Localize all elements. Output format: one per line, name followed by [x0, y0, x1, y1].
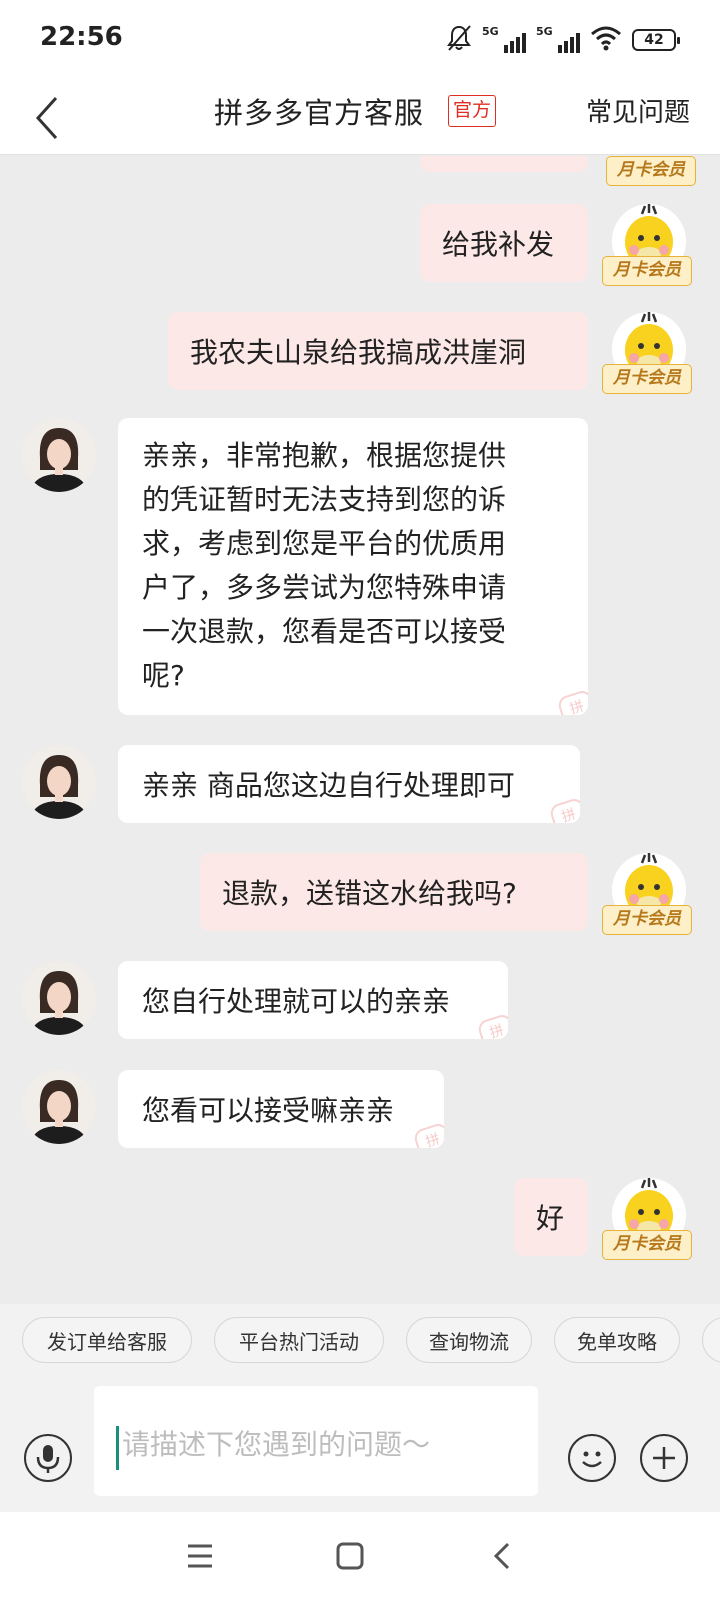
message-bubble-agent: 您看可以接受嘛亲亲 拼	[118, 1070, 444, 1148]
message-line: 求，考虑到您是平台的优质用	[142, 527, 507, 560]
message-bubble-agent: 您自行处理就可以的亲亲 拼	[118, 961, 508, 1039]
input-bar	[0, 1376, 720, 1512]
official-badge: 官方	[448, 95, 497, 127]
emoji-icon[interactable]	[568, 1434, 616, 1482]
status-icons: 5G 5G 42	[446, 22, 680, 58]
chat-messages[interactable]: 月卡会员 给我补发 月卡会员 我农夫山泉给我搞成洪崖洞 月卡会员 亲亲，非常抱歉…	[0, 156, 720, 1304]
back-chevron-icon[interactable]	[30, 88, 70, 144]
member-badge: 月卡会员	[602, 256, 692, 286]
quick-reply-free-order-guide[interactable]: 免单攻略	[554, 1317, 680, 1363]
agent-avatar[interactable]	[22, 745, 96, 819]
message-line: 呢?	[142, 659, 185, 692]
message-text: 您自行处理就可以的亲亲	[142, 985, 451, 1018]
status-bar: 22:56 5G 5G 42	[0, 0, 720, 80]
faq-link[interactable]: 常见问题	[586, 92, 690, 129]
message-text: 我农夫山泉给我搞成洪崖洞	[190, 336, 527, 369]
message-bubble-user: 好	[514, 1178, 588, 1256]
message-bubble-partial	[420, 156, 588, 172]
text-cursor	[116, 1426, 119, 1470]
message-bubble-user: 退款，送错这水给我吗?	[200, 853, 588, 931]
network-type-label: 5G	[482, 25, 499, 38]
quick-reply-bar[interactable]: 发订单给客服 平台热门活动 查询物流 免单攻略	[0, 1304, 720, 1376]
message-text: 给我补发	[442, 228, 555, 261]
clock: 22:56	[40, 22, 123, 52]
message-bubble-agent: 亲亲 商品您这边自行处理即可 拼	[118, 745, 580, 823]
chat-header: 拼多多官方客服 官方 常见问题	[0, 80, 720, 155]
menu-icon[interactable]	[178, 1534, 222, 1578]
message-line: 的凭证暂时无法支持到您的诉	[142, 483, 507, 516]
message-bubble-user: 给我补发	[420, 204, 588, 282]
user-avatar[interactable]: 月卡会员	[602, 1178, 692, 1260]
message-line: 一次退款，您看是否可以接受	[142, 615, 507, 648]
page-title: 拼多多官方客服	[214, 96, 425, 130]
user-avatar[interactable]: 月卡会员	[602, 312, 692, 394]
member-badge: 月卡会员	[602, 364, 692, 394]
agent-portrait-icon	[22, 1070, 96, 1144]
agent-portrait-icon	[22, 961, 96, 1035]
agent-portrait-icon	[22, 745, 96, 819]
message-text: 退款，送错这水给我吗?	[222, 877, 517, 910]
member-badge: 月卡会员	[602, 905, 692, 935]
agent-avatar[interactable]	[22, 418, 96, 492]
system-nav-bar	[0, 1512, 720, 1600]
microphone-icon[interactable]	[24, 1434, 72, 1482]
message-bubble-agent: 亲亲，非常抱歉，根据您提供 的凭证暂时无法支持到您的诉 求，考虑到您是平台的优质…	[118, 418, 588, 715]
message-input-box[interactable]	[94, 1386, 538, 1496]
battery-icon: 42	[632, 29, 680, 51]
watermark: 拼	[548, 796, 580, 823]
mute-bell-icon	[446, 24, 472, 56]
signal-icon: 5G	[482, 25, 526, 55]
message-line: 亲亲，非常抱歉，根据您提供	[142, 439, 507, 472]
back-triangle-icon[interactable]	[480, 1534, 524, 1578]
message-text: 亲亲 商品您这边自行处理即可	[142, 769, 515, 802]
quick-reply-hot-activities[interactable]: 平台热门活动	[214, 1317, 384, 1363]
member-badge: 月卡会员	[606, 156, 696, 186]
quick-reply-track-logistics[interactable]: 查询物流	[406, 1317, 532, 1363]
quick-reply-more[interactable]	[702, 1317, 720, 1363]
user-avatar[interactable]: 月卡会员	[602, 204, 692, 286]
signal-icon-2: 5G	[536, 25, 580, 55]
watermark: 拼	[476, 1012, 508, 1039]
network-type-label-2: 5G	[536, 25, 553, 38]
quick-reply-send-order[interactable]: 发订单给客服	[22, 1317, 192, 1363]
watermark: 拼	[412, 1121, 444, 1148]
plus-icon[interactable]	[640, 1434, 688, 1482]
wifi-icon	[590, 25, 622, 55]
home-square-icon[interactable]	[328, 1534, 372, 1578]
message-line: 户了，多多尝试为您特殊申请	[142, 571, 507, 604]
agent-avatar[interactable]	[22, 961, 96, 1035]
message-text: 您看可以接受嘛亲亲	[142, 1094, 395, 1127]
agent-portrait-icon	[22, 418, 96, 492]
message-text: 好	[536, 1202, 565, 1235]
agent-avatar[interactable]	[22, 1070, 96, 1144]
message-bubble-user: 我农夫山泉给我搞成洪崖洞	[168, 312, 588, 390]
user-avatar[interactable]: 月卡会员	[602, 853, 692, 935]
member-badge: 月卡会员	[602, 1230, 692, 1260]
message-input[interactable]	[122, 1416, 522, 1472]
